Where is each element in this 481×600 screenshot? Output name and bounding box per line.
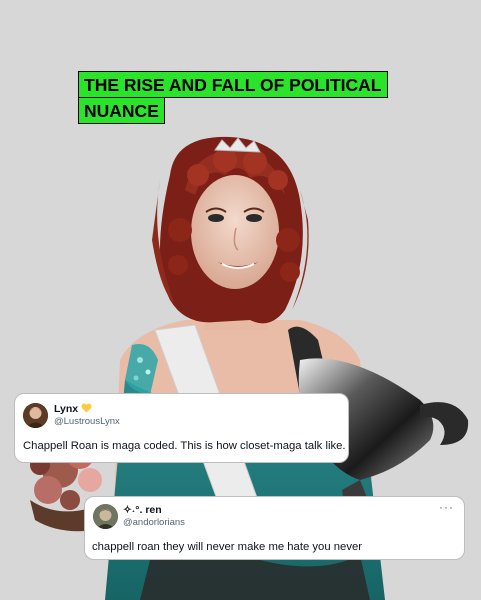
avatar[interactable] (23, 403, 48, 428)
post-author-handle[interactable]: @LustrousLynx (54, 416, 120, 427)
avatar[interactable] (93, 504, 118, 529)
post-author-name[interactable]: ✧˖°. ren (123, 504, 162, 516)
name-sparkle-prefix: ✧˖°. (123, 504, 143, 516)
yellow-heart-icon (81, 403, 92, 416)
post-author-handle[interactable]: @andorlorians (123, 517, 185, 528)
more-options-icon[interactable]: ··· (439, 501, 454, 513)
post-card-1[interactable]: Lynx @LustrousLynx Chappell Roan is maga… (14, 393, 349, 463)
post-card-2[interactable]: ✧˖°. ren @andorlorians ··· chappell roan… (84, 496, 465, 560)
post-text: chappell roan they will never make me ha… (92, 541, 363, 553)
post-author-name[interactable]: Lynx (54, 403, 92, 416)
post-text: Chappell Roan is maga coded. This is how… (23, 440, 346, 452)
